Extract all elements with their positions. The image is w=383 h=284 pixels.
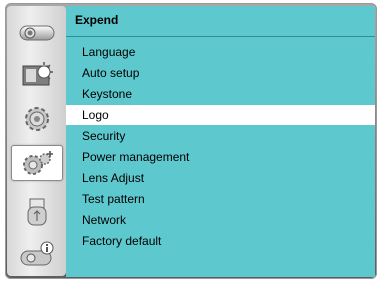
menu-item-label: Test pattern [82,192,145,206]
menu-item-label: Lens Adjust [82,171,145,185]
menu-panel: Expend Language Auto setup Keystone Logo… [66,6,375,277]
menu-item-power-management[interactable]: Power management [66,147,375,167]
menu-item-label: Language [82,45,136,59]
menu-item-language[interactable]: Language [66,42,375,62]
gear-plus-icon [23,151,53,175]
sidebar-item-display[interactable] [11,14,63,48]
sidebar-item-memory-viewer[interactable] [11,194,63,228]
menu-item-label: Logo [82,108,109,122]
usb-icon [27,198,47,226]
menu-item-factory-default[interactable]: Factory default [66,231,375,251]
category-sidebar [7,6,66,276]
menu-item-keystone[interactable]: Keystone [66,84,375,104]
sidebar-item-information[interactable] [11,237,63,271]
panel-title: Expend [75,13,119,27]
projector-info-icon [20,241,54,266]
gear-icon [25,107,49,131]
menu-item-label: Security [82,129,126,143]
sidebar-item-setting[interactable] [11,102,63,136]
menu-item-label: Keystone [82,87,133,101]
menu-item-test-pattern[interactable]: Test pattern [66,189,375,209]
image-adjust-icon [22,62,53,86]
sidebar-item-expand[interactable] [11,145,63,181]
menu-item-network[interactable]: Network [66,210,375,230]
projector-icon [19,25,55,41]
menu-item-auto-setup[interactable]: Auto setup [66,63,375,83]
menu-item-label: Power management [82,150,190,164]
menu-item-label: Factory default [82,234,162,248]
menu-item-lens-adjust[interactable]: Lens Adjust [66,168,375,188]
menu-item-label: Auto setup [82,66,140,80]
menu-item-security[interactable]: Security [66,126,375,146]
menu-item-logo[interactable]: Logo [66,105,375,125]
sidebar-item-image[interactable] [11,58,63,92]
menu-item-label: Network [82,213,127,227]
panel-header: Expend [66,6,375,37]
